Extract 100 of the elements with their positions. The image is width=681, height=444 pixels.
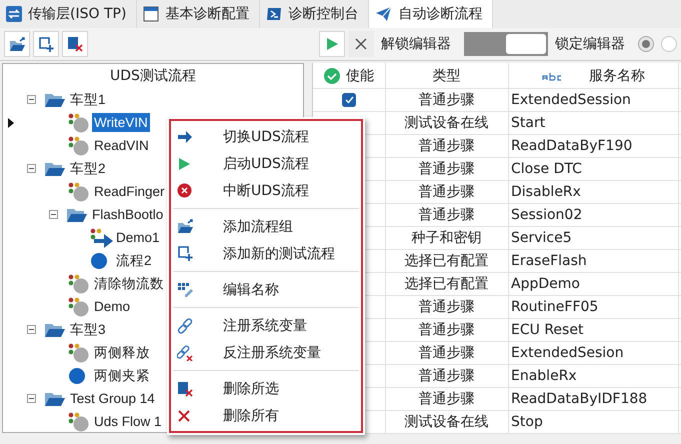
column-header: 使能: [346, 66, 374, 84]
menu-item[interactable]: 添加流程组: [171, 213, 361, 240]
checkmark-icon: [344, 96, 354, 104]
table-cell: Service5: [511, 230, 572, 246]
table-cell: ExtendedSession: [511, 92, 631, 108]
table-cell: ExtendedSesion: [511, 345, 624, 361]
folder-icon: [44, 160, 66, 176]
window-icon: [143, 6, 160, 22]
column-header: 服务名称: [589, 66, 645, 84]
radio-button[interactable]: [661, 36, 677, 52]
editor-lock-toggle[interactable]: [464, 32, 548, 56]
add-flow-button[interactable]: [33, 31, 59, 57]
tab[interactable]: 自动诊断流程: [369, 0, 494, 28]
table-cell: DisableRx: [511, 184, 581, 200]
delete-selected-icon: [177, 380, 193, 396]
folder-icon: [44, 92, 66, 108]
tree-item[interactable]: 车型2: [68, 158, 108, 180]
table-cell: 测试设备在线: [404, 413, 488, 431]
menu-item[interactable]: 注册系统变量: [171, 312, 361, 339]
play-button[interactable]: [319, 31, 345, 57]
table-cell: ReadDataByIDF188: [511, 391, 648, 407]
table-cell: 普通步骤: [418, 137, 474, 155]
menu-item[interactable]: 删除所有: [171, 402, 361, 429]
table-cell: AppDemo: [511, 276, 580, 292]
tree-item[interactable]: 车型1: [68, 88, 108, 110]
collapse-toggle[interactable]: [27, 394, 36, 403]
menu-item[interactable]: 启动UDS流程: [171, 150, 361, 177]
folder-add-icon: [8, 36, 26, 52]
flow-icon: [68, 296, 90, 316]
menu-item[interactable]: 删除所选: [171, 375, 361, 402]
link-icon: [177, 318, 193, 334]
unlock-editor-label: 解锁编辑器: [380, 35, 452, 53]
menu-item[interactable]: 添加新的测试流程: [171, 240, 361, 267]
open-folder-button[interactable]: [4, 31, 30, 57]
add-page-icon: [38, 36, 54, 52]
table-cell: 普通步骤: [418, 160, 474, 178]
text-type-icon: [541, 70, 563, 80]
folder-add-icon: [177, 219, 194, 234]
tree-item[interactable]: Uds Flow 1: [92, 412, 164, 431]
delete-button[interactable]: [62, 31, 88, 57]
play-icon: [177, 156, 191, 170]
table-cell: Close DTC: [511, 161, 582, 177]
paper-plane-icon: [375, 6, 392, 22]
tree-item[interactable]: Demo1: [114, 228, 162, 247]
circle-icon: [90, 252, 108, 270]
play-icon: [325, 37, 339, 51]
table-cell: ReadDataByF190: [511, 138, 632, 154]
arrow-right-icon: [177, 130, 193, 144]
table-cell: 选择已有配置: [404, 275, 488, 293]
table-cell: RoutineFF05: [511, 299, 598, 315]
flow-icon: [68, 136, 90, 156]
tree-item[interactable]: 两侧释放: [92, 342, 152, 364]
menu-item[interactable]: 切换UDS流程: [171, 123, 361, 150]
menu-item[interactable]: 反注册系统变量: [171, 339, 361, 366]
tree-item[interactable]: FlashBootlo: [90, 205, 166, 224]
close-icon: [355, 38, 367, 50]
table-cell: 普通步骤: [418, 206, 474, 224]
tree-item[interactable]: 车型3: [68, 318, 108, 340]
menu-item[interactable]: 中断UDS流程: [171, 177, 361, 204]
unlink-icon: [177, 344, 193, 360]
checkbox[interactable]: [342, 93, 356, 107]
tree-item[interactable]: Demo: [92, 297, 132, 316]
menu-item[interactable]: 编辑名称: [171, 276, 361, 303]
add-page-icon: [177, 245, 193, 262]
table-cell: ECU Reset: [511, 322, 584, 338]
radio-button[interactable]: [638, 36, 654, 52]
tree-item[interactable]: 清除物流数: [92, 272, 166, 294]
table-cell: 种子和密钥: [412, 229, 482, 247]
flow-icon: [68, 274, 90, 294]
table-cell: EnableRx: [511, 368, 577, 384]
close-icon: [177, 408, 191, 422]
flow-icon: [68, 342, 90, 362]
tree-item[interactable]: 流程2: [114, 250, 154, 272]
table-cell: 普通步骤: [418, 390, 474, 408]
circle-icon: [68, 366, 86, 384]
table-cell: 普通步骤: [418, 91, 474, 109]
folder-icon: [44, 322, 66, 338]
delete-selected-icon: [67, 36, 83, 52]
tree-item[interactable]: ReadFinger: [92, 182, 167, 201]
stop-button[interactable]: [348, 31, 374, 57]
table-cell: 普通步骤: [418, 367, 474, 385]
tree-item[interactable]: Test Group 14: [68, 389, 157, 408]
tree-item[interactable]: WriteVIN: [92, 113, 150, 132]
lock-editor-label: 锁定编辑器: [554, 35, 626, 53]
tree-header: UDS测试流程: [109, 67, 197, 86]
table-cell: 测试设备在线: [404, 114, 488, 132]
table-cell: 普通步骤: [418, 321, 474, 339]
stop-circle-icon: [177, 183, 192, 198]
row-pointer-icon: [8, 118, 14, 128]
tree-item[interactable]: ReadVIN: [92, 136, 151, 155]
folder-icon: [44, 390, 66, 406]
collapse-toggle[interactable]: [27, 95, 36, 104]
collapse-toggle[interactable]: [49, 210, 58, 219]
tree-item[interactable]: 两侧夹紧: [92, 364, 152, 386]
table-cell: Stop: [511, 414, 543, 430]
flow-arrow-icon: [90, 228, 114, 248]
collapse-toggle[interactable]: [27, 164, 36, 173]
collapse-toggle[interactable]: [27, 325, 36, 334]
flow-icon: [68, 182, 90, 202]
check-circle-icon: [324, 68, 340, 84]
